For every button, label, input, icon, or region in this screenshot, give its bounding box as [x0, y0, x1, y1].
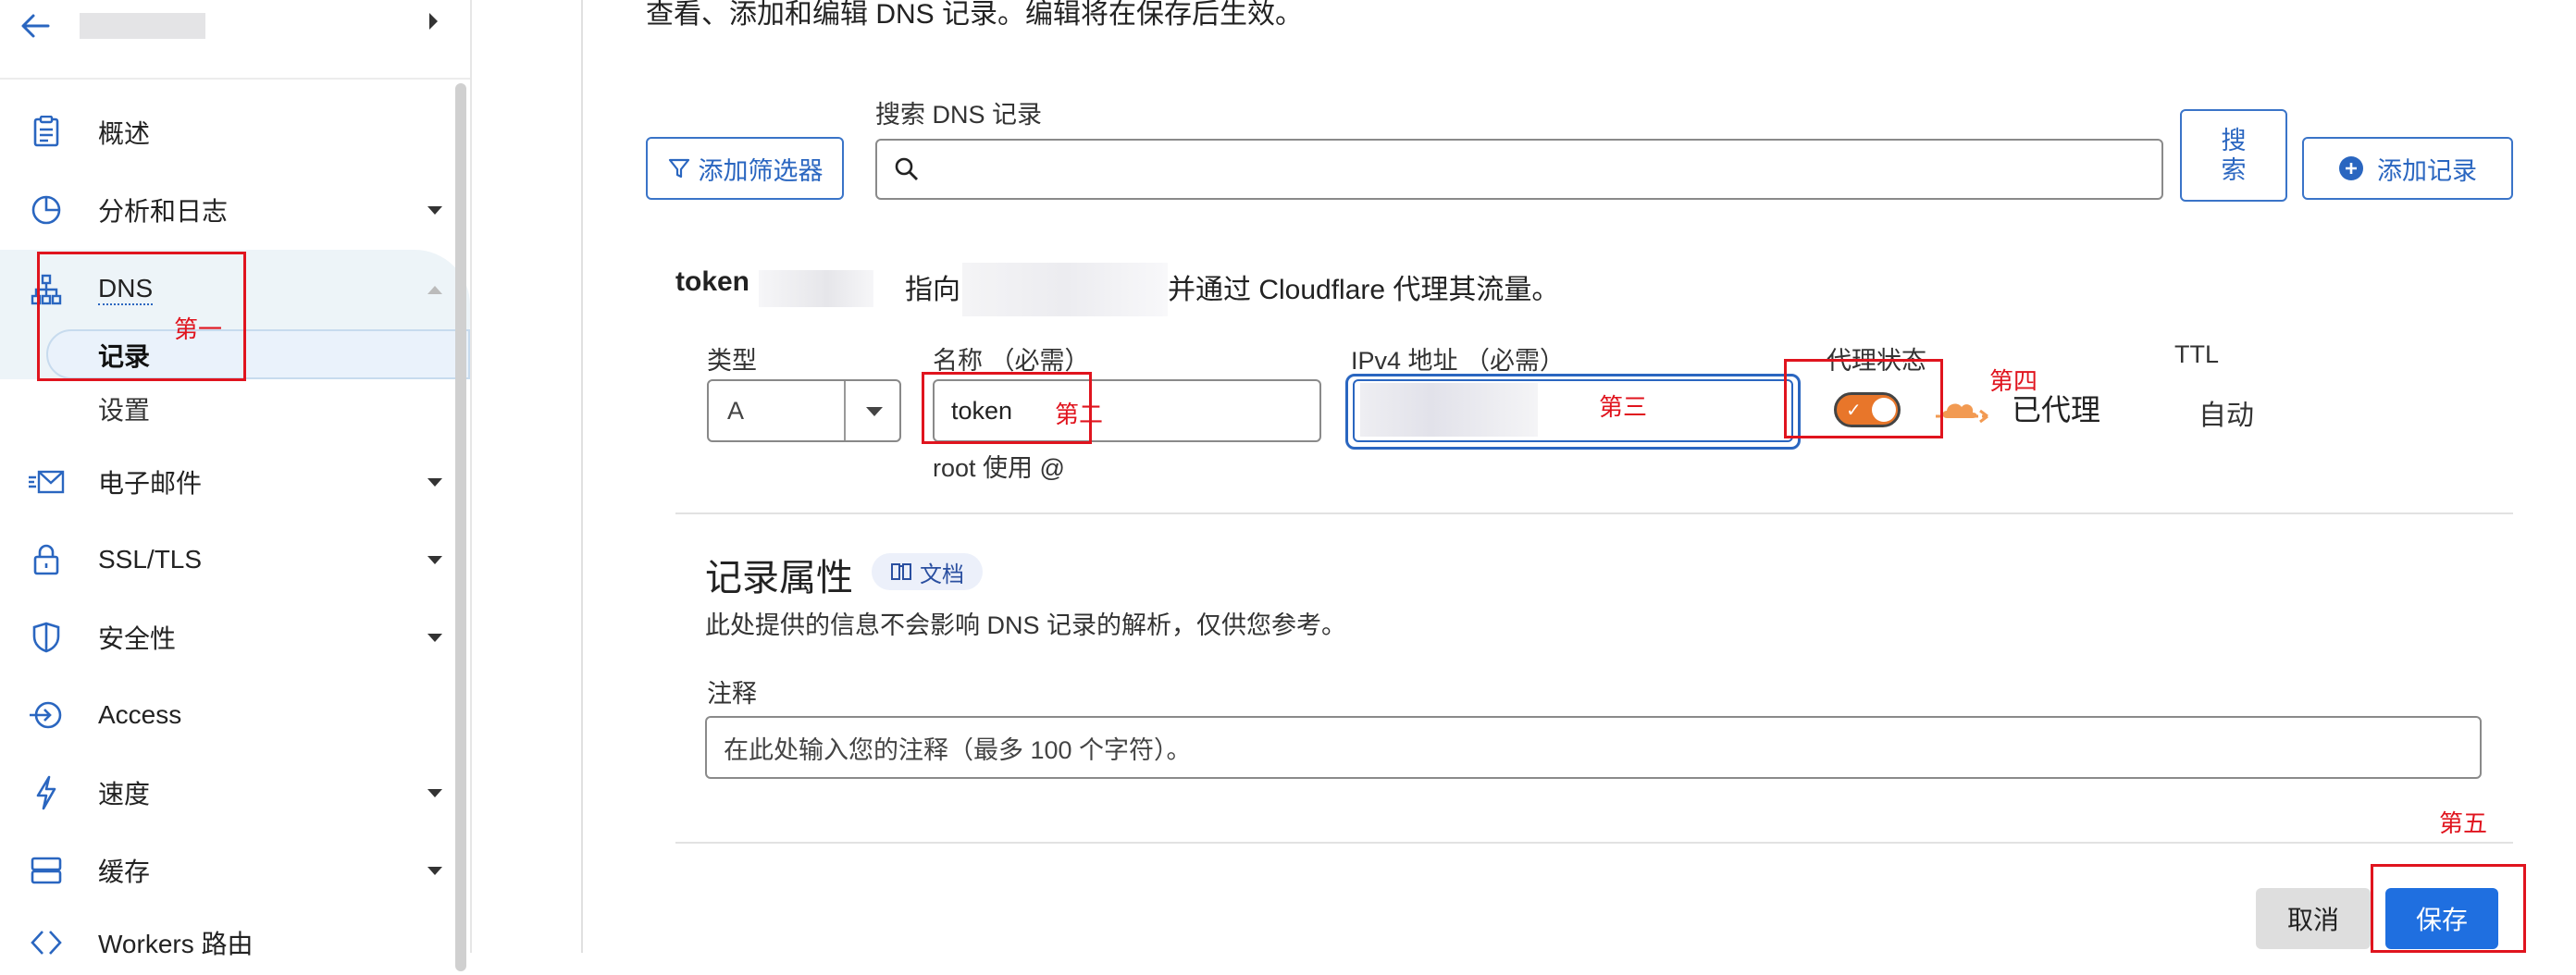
record-summary: token [675, 266, 749, 298]
name-hint: root 使用 @ [933, 454, 1065, 482]
storage-icon [28, 852, 65, 889]
sidebar-item-security[interactable]: 安全性 [0, 605, 453, 670]
ttl-value: 自动 [2198, 401, 2254, 431]
annotation-box-fifth [2371, 864, 2526, 953]
search-button-line2: 索 [2221, 156, 2247, 184]
comment-label: 注释 [707, 680, 757, 708]
summary-record-name: token [675, 266, 750, 297]
arrow-left-icon [21, 14, 50, 38]
back-button[interactable] [17, 7, 54, 44]
comment-placeholder: 在此处输入您的注释（最多 100 个字符）。 [724, 735, 1192, 764]
add-record-label: 添加记录 [2377, 156, 2477, 185]
record-props-title: 记录属性 [705, 558, 853, 599]
annotation-label-second: 第二 [1055, 401, 1104, 428]
sidebar-item-cache[interactable]: 缓存 [0, 838, 453, 903]
annotation-box-fourth [1784, 359, 1943, 438]
caret-down-icon [427, 205, 442, 215]
type-select-value: A [727, 396, 745, 425]
add-filter-label: 添加筛选器 [698, 156, 824, 185]
annotation-label-fourth: 第四 [1989, 367, 2038, 395]
sidebar-item-label: 缓存 [98, 858, 151, 886]
book-icon [891, 563, 911, 580]
sidebar-scrollbar[interactable] [455, 83, 466, 971]
account-name-redacted [80, 13, 205, 39]
search-icon [895, 157, 918, 180]
sidebar-item-workers-routes[interactable]: Workers 路由 [0, 910, 453, 975]
sidebar-item-label: Workers 路由 [98, 930, 254, 958]
docs-label: 文档 [920, 562, 964, 587]
sidebar: 概述 分析和日志 DNS 记录 设置 电子邮件 SSL/TLS 安全性 Acce… [0, 0, 472, 971]
footer-divider [675, 842, 2513, 844]
summary-proxied-text: 并通过 Cloudflare 代理其流量。 [1168, 275, 1560, 305]
annotation-label-first: 第一 [174, 315, 223, 343]
sidebar-item-label: 安全性 [98, 624, 177, 653]
chevron-down-icon [866, 407, 883, 416]
summary-points-to: 指向 [905, 275, 960, 305]
search-button-line1: 搜 [2221, 127, 2247, 154]
document-icon [28, 114, 65, 151]
pie-chart-icon [28, 191, 65, 228]
sidebar-item-overview[interactable]: 概述 [0, 100, 453, 165]
summary-ip-redacted [962, 263, 1168, 316]
filter-icon [668, 158, 689, 179]
sidebar-item-analytics[interactable]: 分析和日志 [0, 178, 453, 242]
add-record-button[interactable]: 添加记录 [2302, 137, 2513, 200]
caret-down-icon [427, 866, 442, 875]
mail-icon [28, 463, 65, 500]
sidebar-item-email[interactable]: 电子邮件 [0, 450, 453, 514]
type-select-divider [844, 381, 846, 440]
caret-down-icon [427, 477, 442, 487]
comment-input[interactable]: 在此处输入您的注释（最多 100 个字符）。 [705, 716, 2482, 779]
sidebar-item-speed[interactable]: 速度 [0, 760, 453, 825]
code-icon [28, 924, 65, 961]
sidebar-subitem-settings[interactable]: 设置 [98, 390, 150, 427]
plus-circle-icon [2339, 156, 2363, 180]
docs-badge[interactable]: 文档 [872, 553, 983, 590]
caret-down-icon [427, 555, 442, 564]
ttl-label: TTL [2174, 340, 2220, 368]
shield-icon [28, 619, 65, 656]
search-button[interactable]: 搜 索 [2180, 109, 2287, 202]
sidebar-item-label: 速度 [98, 780, 151, 808]
form-divider [675, 512, 2513, 514]
sidebar-item-label: Access [98, 700, 182, 729]
sidebar-divider [470, 0, 472, 953]
caret-down-icon [427, 633, 442, 642]
annotation-label-third: 第三 [1599, 393, 1648, 421]
cancel-button[interactable]: 取消 [2256, 888, 2371, 949]
annotation-label-fifth: 第五 [2439, 809, 2488, 837]
search-input[interactable] [875, 139, 2163, 200]
sidebar-header-divider [0, 78, 470, 80]
caret-down-icon [427, 788, 442, 797]
summary-name-redacted [759, 270, 873, 307]
search-label: 搜索 DNS 记录 [875, 101, 1043, 129]
sidebar-item-label: SSL/TLS [98, 545, 203, 574]
add-filter-button[interactable]: 添加筛选器 [646, 137, 844, 200]
sidebar-item-label: 电子邮件 [98, 469, 203, 498]
sidebar-item-ssl-tls[interactable]: SSL/TLS [0, 527, 453, 592]
cancel-label: 取消 [2286, 906, 2339, 934]
access-icon [28, 697, 65, 734]
sidebar-item-access[interactable]: Access [0, 683, 453, 747]
type-label: 类型 [707, 347, 757, 375]
caret-up-icon [427, 285, 442, 294]
type-select[interactable]: A [707, 379, 901, 442]
ipv4-label: IPv4 地址 （必需） [1351, 347, 1566, 375]
ipv4-value-redacted [1360, 383, 1538, 437]
sidebar-item-label: 概述 [98, 119, 151, 148]
bolt-icon [28, 774, 65, 811]
lock-icon [28, 541, 65, 578]
content-left-border [581, 0, 583, 953]
page-description: 查看、添加和编辑 DNS 记录。编辑将在保存后生效。 [646, 0, 1304, 30]
caret-right-icon[interactable] [429, 13, 438, 30]
record-props-desc: 此处提供的信息不会影响 DNS 记录的解析，仅供您参考。 [705, 611, 1347, 639]
sidebar-item-label: 分析和日志 [98, 197, 229, 226]
